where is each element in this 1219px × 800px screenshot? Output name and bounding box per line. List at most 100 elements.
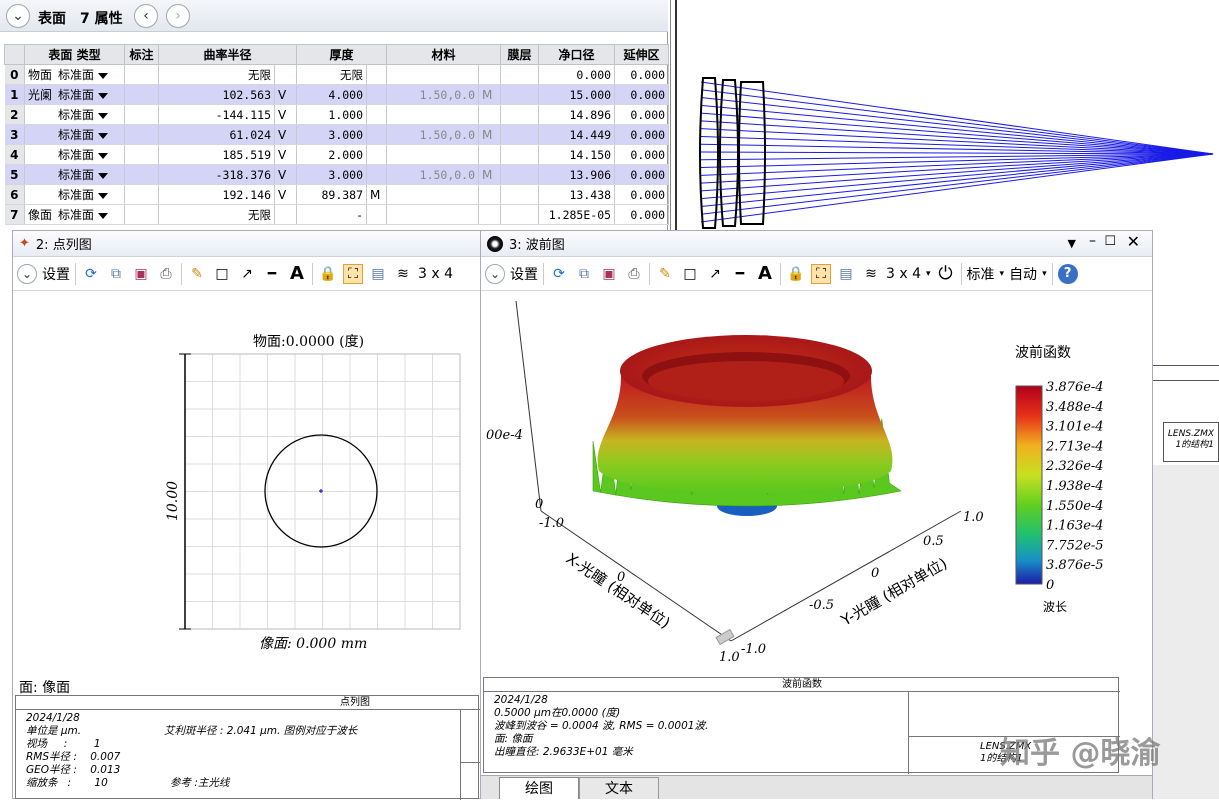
pencil-icon[interactable]: ✎ — [655, 264, 675, 284]
settings-toggle[interactable]: ⌄ — [485, 263, 505, 284]
thickness-solve-cell[interactable] — [366, 104, 388, 125]
refresh-icon[interactable]: ⟳ — [549, 264, 569, 284]
clear-semi-dia-cell[interactable]: 13.906 — [538, 164, 616, 185]
print-icon[interactable]: ⎙ — [156, 264, 176, 284]
power-icon[interactable]: ⏻ — [936, 263, 956, 284]
save-icon[interactable]: ▣ — [131, 264, 151, 284]
radius-cell[interactable]: 185.519 — [158, 144, 275, 165]
radius-cell[interactable]: 无限 — [158, 64, 275, 85]
col-header[interactable]: 净口径 — [538, 44, 616, 65]
thickness-cell[interactable]: 4.000 — [296, 84, 368, 105]
clear-semi-dia-cell[interactable]: 14.449 — [538, 124, 616, 145]
radius-solve-cell[interactable]: V — [274, 144, 298, 165]
layers-icon[interactable]: ≋ — [393, 264, 413, 284]
clear-semi-dia-cell[interactable]: 15.000 — [538, 84, 616, 105]
text-icon[interactable]: A — [287, 263, 307, 284]
rectangle-icon[interactable]: □ — [212, 264, 232, 284]
surface-type-cell[interactable]: 物面 标准面 — [24, 64, 125, 85]
table-row[interactable]: 0 物面 标准面 无限 无限 0.000 0.000 — [4, 64, 670, 85]
col-header[interactable]: 延伸区 — [614, 44, 670, 65]
surface-type-cell[interactable]: 标准面 — [24, 184, 125, 205]
dropdown-icon[interactable]: ▼ — [1068, 237, 1076, 250]
coating-cell[interactable] — [500, 104, 540, 125]
comment-cell[interactable] — [124, 164, 159, 185]
properties-label[interactable]: 7 属性 — [80, 8, 123, 28]
dropdown-arrow-icon[interactable] — [98, 192, 109, 199]
rectangle-icon[interactable]: □ — [680, 264, 700, 284]
extend-cell[interactable]: 0.000 — [614, 124, 670, 145]
arrow-icon[interactable]: ↗ — [705, 264, 725, 284]
extend-cell[interactable]: 0.000 — [614, 104, 670, 125]
next-surface-button[interactable]: › — [166, 4, 190, 28]
thickness-solve-cell[interactable] — [366, 64, 388, 85]
coating-cell[interactable] — [500, 124, 540, 145]
material-cell[interactable] — [386, 64, 480, 85]
refresh-icon[interactable]: ⟳ — [81, 264, 101, 284]
col-header[interactable]: 材料 — [386, 44, 502, 65]
clear-semi-dia-cell[interactable]: 14.896 — [538, 104, 616, 125]
lock-icon[interactable]: 🔒 — [786, 264, 806, 284]
col-header[interactable]: 曲率半径 — [157, 44, 298, 65]
surface-type-cell[interactable]: 标准面 — [24, 144, 125, 165]
text-icon[interactable]: A — [755, 263, 775, 284]
radius-cell[interactable]: 61.024 — [158, 124, 275, 145]
pencil-icon[interactable]: ✎ — [187, 264, 207, 284]
table-row[interactable]: 6 标准面 192.146 V 89.387 M 13.438 0.000 — [4, 184, 670, 205]
prev-surface-button[interactable]: ‹ — [134, 4, 158, 28]
dropdown-arrow-icon[interactable] — [98, 152, 109, 159]
coating-cell[interactable] — [500, 164, 540, 185]
extend-cell[interactable]: 0.000 — [614, 164, 670, 185]
clear-semi-dia-cell[interactable]: 1.285E-05 — [538, 204, 616, 225]
thickness-cell[interactable]: - — [296, 204, 368, 225]
minimize-icon[interactable]: – — [1089, 233, 1096, 249]
coating-cell[interactable] — [500, 84, 540, 105]
material-cell[interactable]: 1.50,0.0 — [386, 84, 480, 105]
settings-toggle[interactable]: ⌄ — [17, 263, 37, 284]
line-icon[interactable]: ━ — [730, 264, 750, 284]
thickness-solve-cell[interactable] — [366, 124, 388, 145]
radius-cell[interactable]: 无限 — [158, 204, 275, 225]
comment-cell[interactable] — [124, 104, 159, 125]
radius-solve-cell[interactable]: V — [274, 184, 298, 205]
dropdown-arrow-icon[interactable] — [98, 172, 109, 179]
fit-icon[interactable]: ⛶ — [343, 263, 363, 284]
radius-solve-cell[interactable] — [274, 204, 298, 225]
comment-cell[interactable] — [124, 204, 159, 225]
dropdown-arrow-icon[interactable] — [98, 72, 109, 79]
material-solve-cell[interactable] — [478, 64, 502, 85]
radius-solve-cell[interactable]: V — [274, 124, 298, 145]
coating-cell[interactable] — [500, 144, 540, 165]
comment-cell[interactable] — [124, 184, 159, 205]
surface-type-cell[interactable]: 光阑 标准面 — [24, 84, 125, 105]
thickness-solve-cell[interactable] — [366, 164, 388, 185]
radius-cell[interactable]: -144.115 — [158, 104, 275, 125]
extend-cell[interactable]: 0.000 — [614, 84, 670, 105]
col-header[interactable]: 表面 类型 — [24, 44, 125, 65]
clear-semi-dia-cell[interactable]: 14.150 — [538, 144, 616, 165]
col-header[interactable]: 标注 — [124, 44, 159, 65]
extend-cell[interactable]: 0.000 — [614, 64, 670, 85]
radius-solve-cell[interactable] — [274, 64, 298, 85]
table-row[interactable]: 7 像面 标准面 无限 - 1.285E-05 0.000 — [4, 204, 670, 225]
maximize-icon[interactable]: ☐ — [1104, 234, 1116, 249]
thickness-cell[interactable]: 1.000 — [296, 104, 368, 125]
dropdown-arrow-icon[interactable] — [98, 92, 109, 99]
material-solve-cell[interactable]: M — [478, 84, 502, 105]
comment-cell[interactable] — [124, 124, 159, 145]
extend-cell[interactable]: 0.000 — [614, 204, 670, 225]
comment-cell[interactable] — [124, 144, 159, 165]
radius-cell[interactable]: 102.563 — [158, 84, 275, 105]
dropdown-arrow-icon[interactable] — [98, 132, 109, 139]
comment-cell[interactable] — [124, 64, 159, 85]
clear-semi-dia-cell[interactable]: 0.000 — [538, 64, 616, 85]
arrow-icon[interactable]: ↗ — [237, 264, 257, 284]
thickness-cell[interactable]: 3.000 — [296, 164, 368, 185]
radius-cell[interactable]: -318.376 — [158, 164, 275, 185]
surface-type-cell[interactable]: 像面 标准面 — [24, 204, 125, 225]
material-solve-cell[interactable] — [478, 144, 502, 165]
col-header[interactable]: 厚度 — [296, 44, 388, 65]
thickness-cell[interactable]: 无限 — [296, 64, 368, 85]
thickness-solve-cell[interactable] — [366, 84, 388, 105]
copy-icon[interactable]: ⧉ — [106, 264, 126, 284]
clear-semi-dia-cell[interactable]: 13.438 — [538, 184, 616, 205]
